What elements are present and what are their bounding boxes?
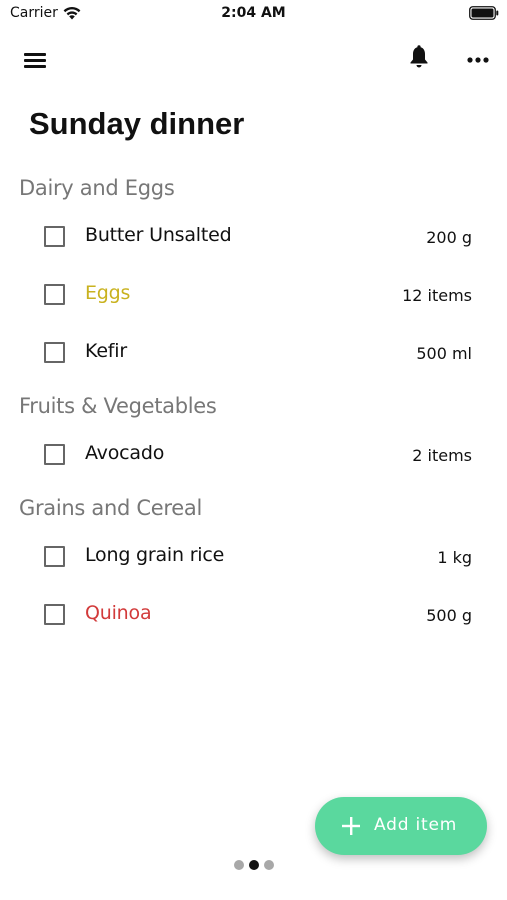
- list-item[interactable]: Kefir 500 ml: [0, 328, 507, 386]
- item-checkbox[interactable]: [44, 604, 65, 625]
- item-quantity: 200 g: [426, 228, 472, 247]
- page-dot[interactable]: [234, 860, 244, 870]
- list-item[interactable]: Quinoa 500 g: [0, 590, 507, 648]
- battery-icon: [469, 6, 499, 20]
- page-dot[interactable]: [249, 860, 259, 870]
- item-quantity: 1 kg: [437, 548, 472, 567]
- item-name: Long grain rice: [85, 544, 225, 566]
- item-checkbox[interactable]: [44, 342, 65, 363]
- list-item[interactable]: Avocado 2 items: [0, 430, 507, 488]
- section-header-fruits: Fruits & Vegetables: [19, 394, 217, 418]
- list-item[interactable]: Eggs 12 items: [0, 270, 507, 328]
- status-bar: Carrier 2:04 AM: [0, 0, 507, 28]
- item-checkbox[interactable]: [44, 226, 65, 247]
- plus-icon: [342, 817, 360, 835]
- item-checkbox[interactable]: [44, 284, 65, 305]
- item-checkbox[interactable]: [44, 546, 65, 567]
- page-indicator[interactable]: [234, 859, 276, 871]
- clock: 2:04 AM: [221, 5, 286, 21]
- section-header-grains: Grains and Cereal: [19, 496, 202, 520]
- add-item-button[interactable]: Add item: [315, 797, 487, 855]
- app-toolbar: [0, 40, 507, 80]
- list-item[interactable]: Long grain rice 1 kg: [0, 532, 507, 590]
- more-horizontal-icon[interactable]: [464, 48, 492, 72]
- item-name: Kefir: [85, 340, 127, 362]
- hamburger-menu-icon[interactable]: [22, 50, 48, 70]
- item-name: Butter Unsalted: [85, 224, 232, 246]
- page-title: Sunday dinner: [29, 106, 245, 141]
- item-quantity: 12 items: [402, 286, 472, 305]
- shopping-list: Dairy and Eggs Butter Unsalted 200 g Egg…: [0, 168, 507, 648]
- item-name: Eggs: [85, 282, 131, 304]
- page-dot[interactable]: [264, 860, 274, 870]
- section-header-dairy: Dairy and Eggs: [19, 176, 175, 200]
- bell-icon[interactable]: [407, 44, 431, 70]
- item-quantity: 500 g: [426, 606, 472, 625]
- item-checkbox[interactable]: [44, 444, 65, 465]
- item-quantity: 2 items: [412, 446, 472, 465]
- item-quantity: 500 ml: [416, 344, 472, 363]
- item-name: Avocado: [85, 442, 165, 464]
- list-item[interactable]: Butter Unsalted 200 g: [0, 212, 507, 270]
- item-name: Quinoa: [85, 602, 152, 624]
- add-item-label: Add item: [374, 815, 458, 835]
